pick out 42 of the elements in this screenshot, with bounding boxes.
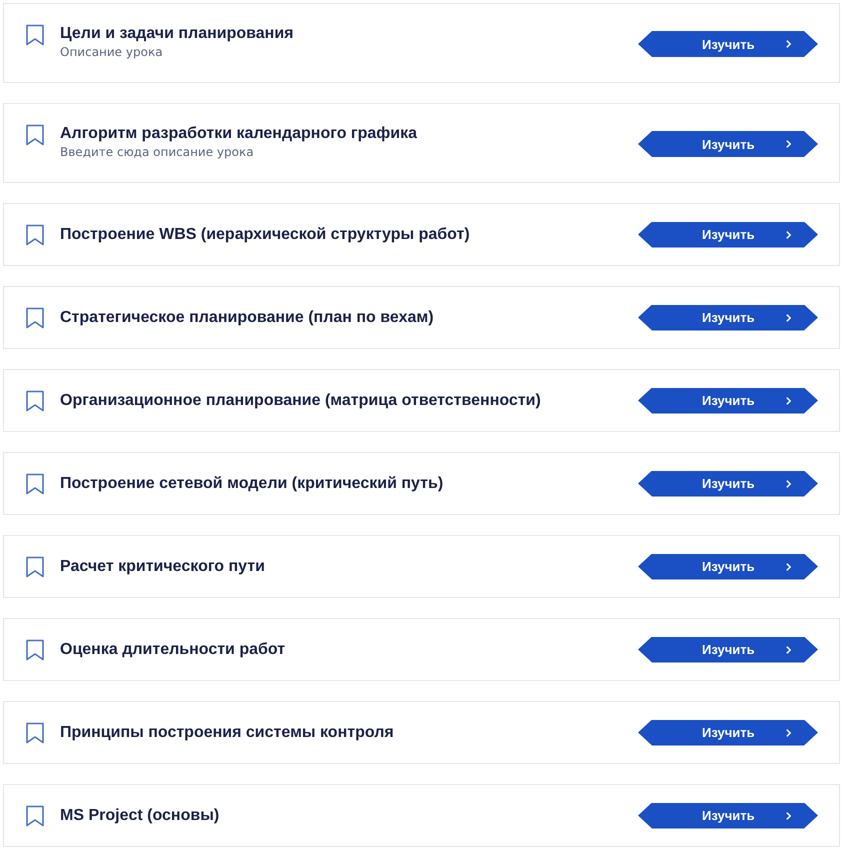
chevron-right-icon <box>785 139 792 149</box>
bookmark-icon[interactable] <box>25 224 45 246</box>
bookmark-icon[interactable] <box>25 390 45 412</box>
chevron-right-icon <box>785 478 792 488</box>
lesson-description: Описание урока <box>60 44 164 60</box>
bookmark-icon[interactable] <box>25 556 45 578</box>
chevron-right-icon <box>785 728 792 738</box>
study-button[interactable]: Изучить <box>638 470 818 496</box>
bookmark-icon[interactable] <box>25 722 45 744</box>
chevron-right-icon <box>785 562 792 572</box>
bookmark-icon[interactable] <box>25 306 45 328</box>
study-button[interactable]: Изучить <box>638 222 818 248</box>
lesson-title: Построение WBS (иерархической структуры работ) <box>60 224 471 244</box>
chevron-right-icon <box>785 230 792 240</box>
lesson-title: Цели и задачи планирования <box>60 24 295 44</box>
lesson-title: Алгоритм разработки календарного графика <box>60 124 418 144</box>
bookmark-icon[interactable] <box>25 638 45 660</box>
bookmark-icon[interactable] <box>25 472 45 494</box>
study-button[interactable]: Изучить <box>638 131 818 157</box>
chevron-right-icon <box>785 810 792 820</box>
chevron-right-icon <box>785 396 792 406</box>
bookmark-icon[interactable] <box>25 804 45 826</box>
bookmark-icon[interactable] <box>25 24 45 46</box>
study-button[interactable]: Изучить <box>638 304 818 330</box>
lesson-title: Построение сетевой модели (критический путь) <box>60 474 444 494</box>
lesson-title: MS Project (основы) <box>60 806 220 826</box>
chevron-right-icon <box>785 644 792 654</box>
lesson-title: Организационное планирование (матрица ответственности) <box>60 390 542 410</box>
lesson-title: Оценка длительности работ <box>60 640 286 660</box>
lesson-description: Введите сюда описание урока <box>60 144 255 160</box>
study-button[interactable]: Изучить <box>638 802 818 828</box>
lesson-title: Стратегическое планирование (план по вехам) <box>60 308 435 328</box>
bookmark-icon[interactable] <box>25 124 45 146</box>
chevron-right-icon <box>785 312 792 322</box>
study-button[interactable]: Изучить <box>638 388 818 414</box>
study-button[interactable]: Изучить <box>638 554 818 580</box>
study-button[interactable]: Изучить <box>638 31 818 57</box>
chevron-right-icon <box>785 39 792 49</box>
lesson-title: Расчет критического пути <box>60 556 266 576</box>
study-button[interactable]: Изучить <box>638 720 818 746</box>
study-button[interactable]: Изучить <box>638 636 818 662</box>
lesson-title: Принципы построения системы контроля <box>60 722 395 742</box>
